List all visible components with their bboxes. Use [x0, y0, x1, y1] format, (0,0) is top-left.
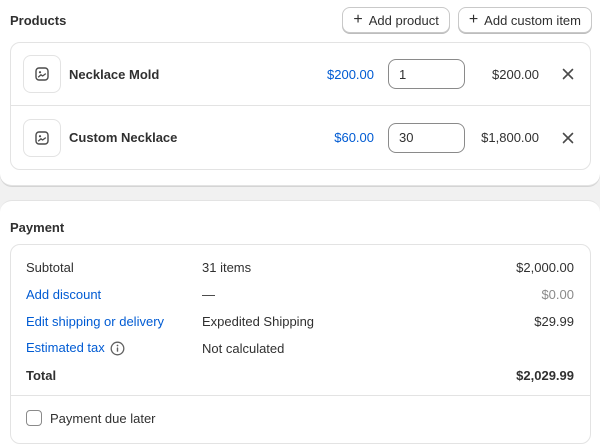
subtotal-label: Subtotal: [26, 259, 74, 275]
plus-icon: +: [468, 11, 479, 28]
product-name[interactable]: Custom Necklace: [69, 130, 177, 145]
subtotal-amount: $2,000.00: [516, 259, 574, 275]
shipping-amount: $29.99: [534, 313, 574, 329]
discount-row: Add discount — $0.00: [26, 284, 574, 304]
total-row: Total $2,029.99: [26, 365, 574, 385]
payment-section: Payment Subtotal 31 items $2,000.00 Add …: [0, 200, 600, 447]
estimated-tax-link[interactable]: Estimated tax: [26, 340, 105, 355]
close-icon: [562, 68, 574, 80]
remove-product-button[interactable]: [560, 66, 576, 82]
estimated-tax-label-wrap: Estimated tax: [26, 340, 125, 356]
subtotal-items-count: 31 items: [202, 259, 252, 275]
subtotal-row: Subtotal 31 items $2,000.00: [26, 257, 574, 277]
plus-icon: +: [353, 11, 363, 28]
products-title: Products: [10, 12, 67, 28]
products-section: Products + Add product + Add custom item…: [0, 0, 600, 186]
quantity-input[interactable]: [388, 59, 465, 89]
payment-due-later-checkbox[interactable]: [26, 410, 42, 426]
add-product-label: Add product: [368, 12, 439, 28]
tax-description: Not calculated: [202, 340, 285, 356]
shipping-method: Expedited Shipping: [202, 313, 315, 329]
products-header: Products + Add product + Add custom item: [10, 6, 592, 34]
products-card: Necklace Mold $200.00 $200.00 Custom Nec…: [10, 42, 591, 170]
quantity-input[interactable]: [388, 122, 465, 153]
edit-shipping-link[interactable]: Edit shipping or delivery: [26, 314, 164, 329]
payment-card: Subtotal 31 items $2,000.00 Add discount…: [10, 244, 591, 444]
product-name[interactable]: Necklace Mold: [69, 67, 159, 82]
product-line-total: $200.00: [492, 66, 539, 82]
product-unit-price[interactable]: $60.00: [334, 130, 374, 145]
total-label: Total: [26, 367, 57, 383]
discount-description: —: [202, 286, 215, 302]
total-amount: $2,029.99: [516, 367, 574, 383]
tax-row: Estimated tax Not calculated: [26, 338, 574, 358]
image-placeholder-icon: [35, 67, 49, 81]
add-product-button[interactable]: + Add product: [342, 7, 450, 33]
product-row: Custom Necklace $60.00 $1,800.00: [11, 106, 590, 169]
payment-header: Payment: [10, 215, 592, 239]
products-actions: + Add product + Add custom item: [342, 7, 592, 33]
payment-due-later-label[interactable]: Payment due later: [50, 411, 156, 426]
payment-due-later-row: Payment due later: [26, 410, 156, 426]
product-thumbnail[interactable]: [23, 118, 61, 157]
product-unit-price[interactable]: $200.00: [327, 67, 374, 82]
add-custom-item-button[interactable]: + Add custom item: [457, 7, 592, 33]
product-thumbnail[interactable]: [23, 55, 61, 93]
payment-title: Payment: [10, 219, 65, 235]
divider: [11, 395, 590, 396]
add-custom-item-label: Add custom item: [484, 12, 581, 28]
remove-product-button[interactable]: [560, 130, 576, 146]
shipping-row: Edit shipping or delivery Expedited Ship…: [26, 311, 574, 331]
discount-amount: $0.00: [541, 286, 574, 302]
info-icon[interactable]: [110, 341, 125, 356]
close-icon: [562, 132, 574, 143]
add-discount-link[interactable]: Add discount: [26, 287, 101, 302]
product-row: Necklace Mold $200.00 $200.00: [11, 43, 590, 106]
image-placeholder-icon: [35, 130, 49, 145]
product-line-total: $1,800.00: [481, 130, 539, 145]
